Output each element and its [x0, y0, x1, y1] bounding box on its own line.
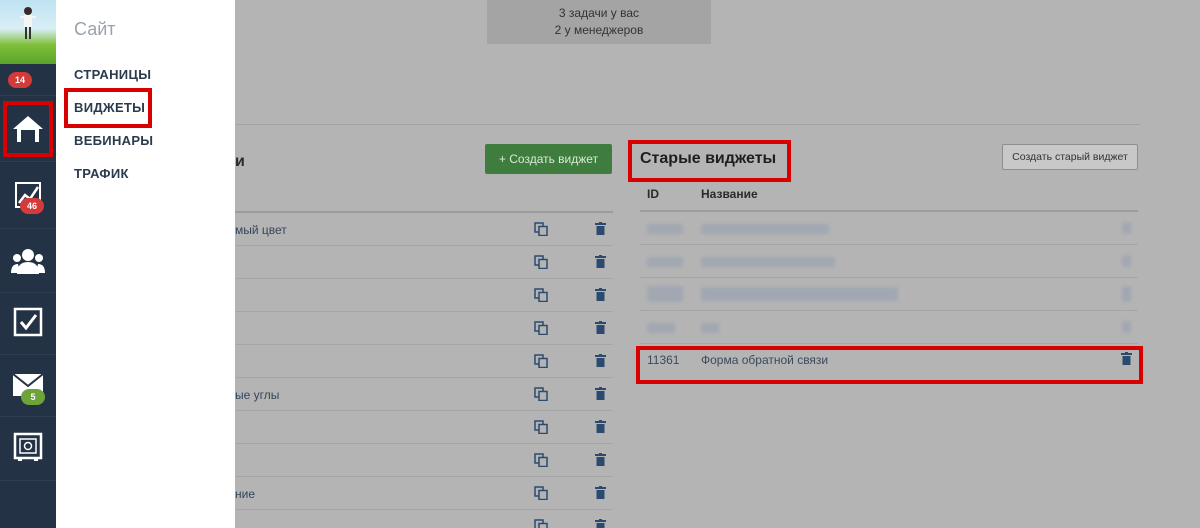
delete-trash-icon[interactable]	[595, 288, 606, 301]
safe-nav-item[interactable]	[0, 414, 56, 480]
table-row[interactable]	[235, 246, 613, 279]
column-header-name[interactable]: Название	[701, 187, 758, 201]
redacted-id	[647, 286, 683, 302]
copy-icon[interactable]	[534, 321, 548, 335]
redacted-name	[701, 323, 719, 333]
table-row[interactable]	[235, 279, 613, 312]
notifications-badge[interactable]: 14	[8, 72, 32, 88]
redacted-id	[647, 257, 683, 267]
table-row[interactable]	[235, 345, 613, 378]
stats-badge[interactable]: 46	[20, 198, 44, 214]
copy-icon[interactable]	[534, 288, 548, 302]
task-counter-managers: 2 у менеджеров	[554, 23, 644, 37]
home-nav-item[interactable]	[0, 96, 56, 162]
copy-icon[interactable]	[534, 222, 548, 236]
table-row[interactable]	[640, 311, 1138, 344]
table-row[interactable]: ние	[235, 477, 613, 510]
delete-trash-icon[interactable]	[595, 222, 606, 235]
redacted-id	[647, 224, 683, 234]
avatar-figure-icon	[20, 7, 36, 39]
mail-badge[interactable]: 5	[21, 389, 45, 405]
redacted-name	[701, 287, 898, 301]
stats-nav-item[interactable]	[0, 162, 56, 228]
delete-trash-icon[interactable]	[595, 420, 606, 433]
checkbox-icon	[13, 307, 43, 337]
table-row[interactable]	[235, 444, 613, 477]
copy-icon[interactable]	[534, 387, 548, 401]
widget-name[interactable]: Форма обратной связи	[701, 353, 828, 367]
widget-name[interactable]: ние	[235, 487, 255, 501]
redacted-trash-icon	[1122, 255, 1131, 267]
delete-trash-icon[interactable]	[595, 255, 606, 268]
delete-trash-icon[interactable]	[595, 519, 606, 528]
site-flyout-menu: Сайт СТРАНИЦЫ ВИДЖЕТЫ ВЕБИНАРЫ ТРАФИК	[56, 0, 235, 528]
rail-divider	[0, 480, 56, 481]
widgets-panel: и + Создать виджет мый цвет ые углы ние	[235, 128, 613, 528]
delete-trash-icon[interactable]	[595, 321, 606, 334]
table-row[interactable]	[640, 245, 1138, 278]
redacted-name	[701, 224, 829, 234]
copy-icon[interactable]	[534, 354, 548, 368]
mail-nav-item[interactable]	[0, 352, 56, 418]
old-widgets-title: Старые виджеты	[640, 150, 777, 167]
delete-trash-icon[interactable]	[595, 387, 606, 400]
copy-icon[interactable]	[534, 420, 548, 434]
delete-trash-icon[interactable]	[595, 486, 606, 499]
menu-item-widgets[interactable]: ВИДЖЕТЫ	[74, 100, 145, 115]
menu-item-traffic[interactable]: ТРАФИК	[74, 166, 129, 181]
widget-id: 11361	[647, 353, 680, 367]
column-header-id[interactable]: ID	[647, 187, 659, 201]
redacted-id	[647, 323, 675, 333]
copy-icon[interactable]	[534, 453, 548, 467]
table-row[interactable]: мый цвет	[235, 213, 613, 246]
widget-name[interactable]: ые углы	[235, 388, 279, 402]
redacted-trash-icon	[1122, 286, 1131, 302]
table-row[interactable]	[235, 312, 613, 345]
table-row[interactable]	[235, 510, 613, 528]
redacted-trash-icon	[1122, 321, 1131, 333]
task-counter[interactable]: 3 задачи у вас 2 у менеджеров	[487, 0, 711, 44]
home-icon	[13, 116, 43, 142]
task-counter-mine: 3 задачи у вас	[558, 6, 640, 20]
section-divider	[235, 124, 1140, 125]
users-icon	[11, 249, 45, 274]
copy-icon[interactable]	[534, 255, 548, 269]
table-row[interactable]	[640, 278, 1138, 311]
copy-icon[interactable]	[534, 486, 548, 500]
copy-icon[interactable]	[534, 519, 548, 528]
users-nav-item[interactable]	[0, 228, 56, 294]
redacted-name	[701, 257, 835, 267]
table-row[interactable]	[235, 411, 613, 444]
widgets-header-fragment: и	[235, 153, 245, 170]
flyout-title: Сайт	[74, 19, 116, 39]
delete-trash-icon[interactable]	[1121, 352, 1132, 365]
table-row-highlighted[interactable]: 11361 Форма обратной связи	[640, 344, 1138, 377]
table-row[interactable]: ые углы	[235, 378, 613, 411]
widget-name[interactable]: мый цвет	[235, 223, 287, 237]
menu-item-webinars[interactable]: ВЕБИНАРЫ	[74, 133, 153, 148]
delete-trash-icon[interactable]	[595, 354, 606, 367]
create-old-widget-button[interactable]: Создать старый виджет	[1002, 144, 1138, 170]
tasks-nav-item[interactable]	[0, 289, 56, 355]
avatar[interactable]	[0, 0, 56, 64]
create-widget-button[interactable]: + Создать виджет	[485, 144, 612, 174]
delete-trash-icon[interactable]	[595, 453, 606, 466]
menu-item-pages[interactable]: СТРАНИЦЫ	[74, 67, 151, 82]
redacted-trash-icon	[1122, 222, 1131, 234]
icon-rail: 14 46 5	[0, 0, 56, 528]
table-row[interactable]	[640, 212, 1138, 245]
safe-icon	[13, 432, 43, 461]
